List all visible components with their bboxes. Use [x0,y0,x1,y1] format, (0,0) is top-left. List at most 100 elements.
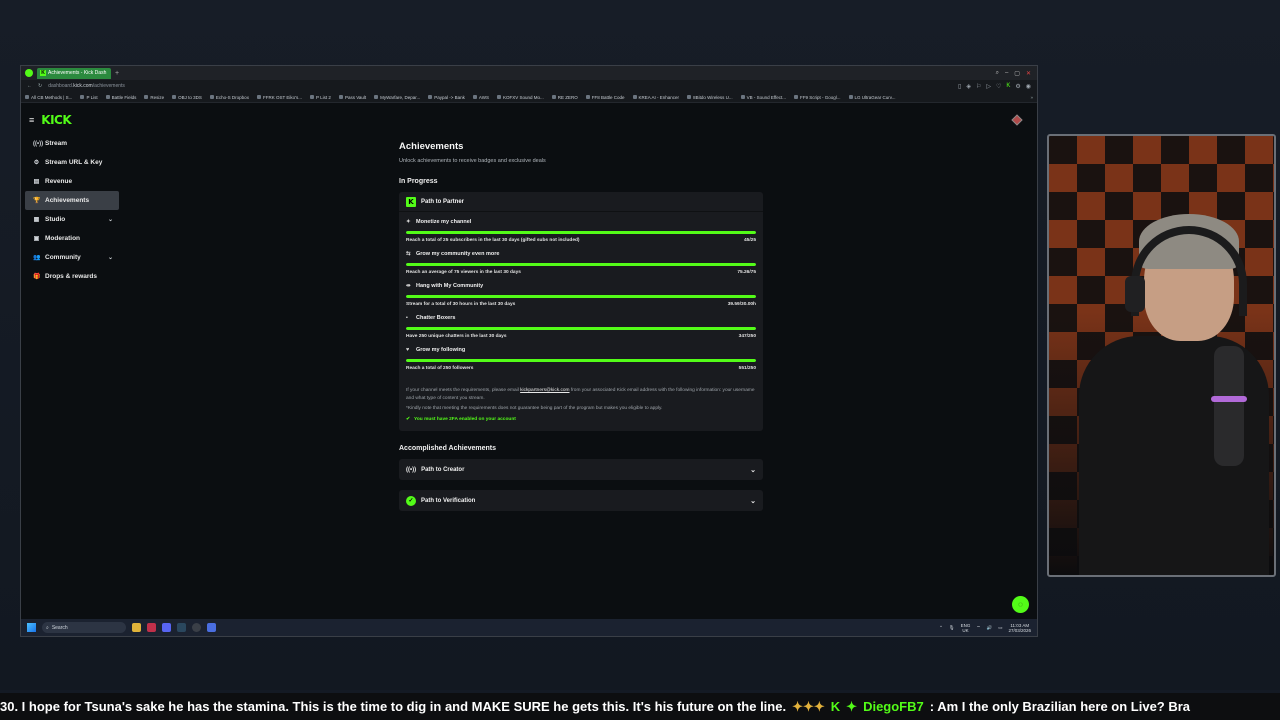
windows-start-icon[interactable] [27,623,36,632]
chevron-down-icon[interactable]: ⌄ [750,497,756,505]
goal-row: Reach a total of 25 subscribers in the l… [406,238,756,243]
path-to-partner-card: K Path to Partner ✦ Monetize my channel R… [399,192,763,431]
chevron-up-icon[interactable]: ⌃ [939,625,943,631]
language-indicator[interactable]: ENG UK [961,623,971,633]
broadcast-icon: ((•)) [406,466,417,473]
bookmark-item[interactable]: FF8 Battle Code [585,95,625,100]
profile-icon[interactable]: ◉ [1026,83,1031,90]
extension-icons: ▯ ◈ ⚐ ▷ ♡ K ⚙ ◉ [958,83,1031,90]
bookmark-item[interactable]: FF9 Script - Googl... [794,95,841,100]
path-to-creator-card[interactable]: ((•)) Path to Creator ⌄ [399,459,763,480]
sidebar-item-revenue[interactable]: ▤ Revenue [25,172,119,191]
more-bookmarks-icon[interactable]: » [1030,95,1033,100]
progress-fill [406,263,756,266]
close-icon[interactable]: ✕ [1026,70,1031,77]
bookmark-item[interactable]: AWS [472,95,489,100]
taskbar-search[interactable]: ⌕ Search [42,622,126,633]
bookmark-item[interactable]: P List [80,95,98,100]
path-to-verification-card[interactable]: ✓ Path to Verification ⌄ [399,490,763,511]
chevron-down-icon[interactable]: ⌄ [750,466,756,474]
sidebar-item-studio[interactable]: ▦ Studio ⌄ [25,210,119,229]
bookmark-item[interactable]: LG UltraGear Curv... [848,95,895,100]
sidebar: ≡ KICK ((•)) Stream ⚙ Stream URL & Key ▤… [21,104,121,622]
discord-icon[interactable] [162,623,171,632]
system-tray: ⌃ 🎙 ENG UK ⌔ 🔊 ▭ 11:03 AM 27/03/2026 [939,623,1037,633]
clock[interactable]: 11:03 AM 27/03/2026 [1008,623,1031,633]
sidebar-item-achievements[interactable]: 🏆 Achievements [25,191,119,210]
bookmark-favicon-icon [794,95,799,99]
sidebar-item-label: Achievements [45,197,90,204]
bookmark-item[interactable]: VB - Sound Effect... [740,95,786,100]
menu-icon[interactable]: ≡ [29,115,34,125]
key-icon: ⚙ [33,160,40,166]
bookmark-item[interactable]: Pass Vault [338,95,366,100]
minimize-icon[interactable]: – [1005,70,1008,77]
goal-item: ♥ Grow my following Reach a total of 250 … [406,347,756,371]
goal-description: Stream for a total of 30 hours in the la… [406,302,516,307]
back-icon[interactable]: ← [27,83,32,89]
network-icon[interactable]: ⌔ [976,625,980,631]
bookmark-item[interactable]: KOFXV Sound Mo... [496,95,544,100]
maximize-icon[interactable]: ▢ [1014,70,1020,77]
sidebar-header: ≡ KICK [21,111,121,129]
kick-extension-icon[interactable]: K [1006,83,1010,90]
shield-icon[interactable]: ◈ [966,83,971,90]
page-icon[interactable]: ▯ [958,83,961,90]
sidebar-item-drops-rewards[interactable]: 🎁 Drops & rewards [25,267,119,286]
chevron-down-icon[interactable]: ⌄ [108,254,113,261]
partner-email-link[interactable]: kickpartners@kick.com [520,388,569,393]
translate-icon[interactable]: ⚐ [976,83,981,90]
bookmark-item[interactable]: Echo-S Dropbox [209,95,249,100]
sidebar-item-stream-url-key[interactable]: ⚙ Stream URL & Key [25,153,119,172]
url-field[interactable]: dashboard.kick.com/achievements [48,83,125,89]
gift-icon: 🎁 [33,274,41,280]
bookmark-item[interactable]: KREA AI - Enhancer [632,95,679,100]
volume-icon[interactable]: 🔊 [987,625,993,631]
bookmark-item[interactable]: FFRK OST Eiko's... [256,95,302,100]
user-avatar[interactable] [1011,114,1023,126]
opera-icon[interactable] [147,623,156,632]
check-icon: ✔ [406,417,411,422]
ticker-message: 30. I hope for Tsuna's sake he has the s… [0,699,787,714]
bookmark-favicon-icon [848,95,853,99]
bookmark-favicon-icon [144,95,149,99]
steam-icon[interactable] [177,623,186,632]
bookmark-item[interactable]: OBJ to 3DS [172,95,202,100]
reload-icon[interactable]: ↻ [38,83,42,89]
sidebar-item-label: Community [45,254,81,261]
goal-progress: 45/25 [743,238,756,243]
goal-item: ⇹ Hang with My Community Stream for a tot… [406,283,756,307]
community-icon: ⇆ [406,251,411,257]
file-explorer-icon[interactable] [132,623,141,632]
extensions-icon[interactable]: ⚙ [1015,83,1020,90]
support-chat-icon[interactable]: ◌ [1012,596,1029,613]
tab-achievements[interactable]: K Achievements - Kick Dash [37,67,111,79]
bookmark-item[interactable]: Resize [144,95,164,100]
bookmark-item[interactable]: P List 2 [310,95,331,100]
microphone-icon[interactable]: 🎙 [949,625,955,631]
revenue-icon: ▤ [33,179,40,185]
bookmark-item[interactable]: 8Bitdo Wireless U... [687,95,733,100]
sidebar-item-label: Studio [45,216,66,223]
bookmark-item[interactable]: RE ZERO [551,95,578,100]
app-icon[interactable] [207,623,216,632]
sidebar-item-moderation[interactable]: ▣ Moderation [25,229,119,248]
obs-icon[interactable] [192,623,201,632]
bookmarks-bar: All CB Methods | S... P List Battle Fields… [21,92,1037,103]
kick-logo[interactable]: KICK [41,113,71,127]
sidebar-item-stream[interactable]: ((•)) Stream [25,134,119,153]
play-icon[interactable]: ▷ [986,83,991,90]
battery-icon[interactable]: ▭ [998,625,1002,631]
bookmark-item[interactable]: All CB Methods | S... [25,95,72,100]
bookmark-item[interactable]: Paypal -> Bank [428,95,465,100]
chevron-down-icon[interactable]: ⌄ [108,216,113,223]
search-tabs-icon[interactable]: ⌕ [996,70,999,77]
sparkle-icon: ✦ [406,219,411,225]
moderation-icon: ▣ [33,236,40,242]
new-tab-icon[interactable]: + [115,70,119,77]
accomplished-heading: Accomplished Achievements [399,445,496,452]
sidebar-item-community[interactable]: 👥 Community ⌄ [25,248,119,267]
bookmark-item[interactable]: Battle Fields [105,95,136,100]
favorite-icon[interactable]: ♡ [996,83,1001,90]
bookmark-item[interactable]: MyWarfare, Depar... [374,95,420,100]
